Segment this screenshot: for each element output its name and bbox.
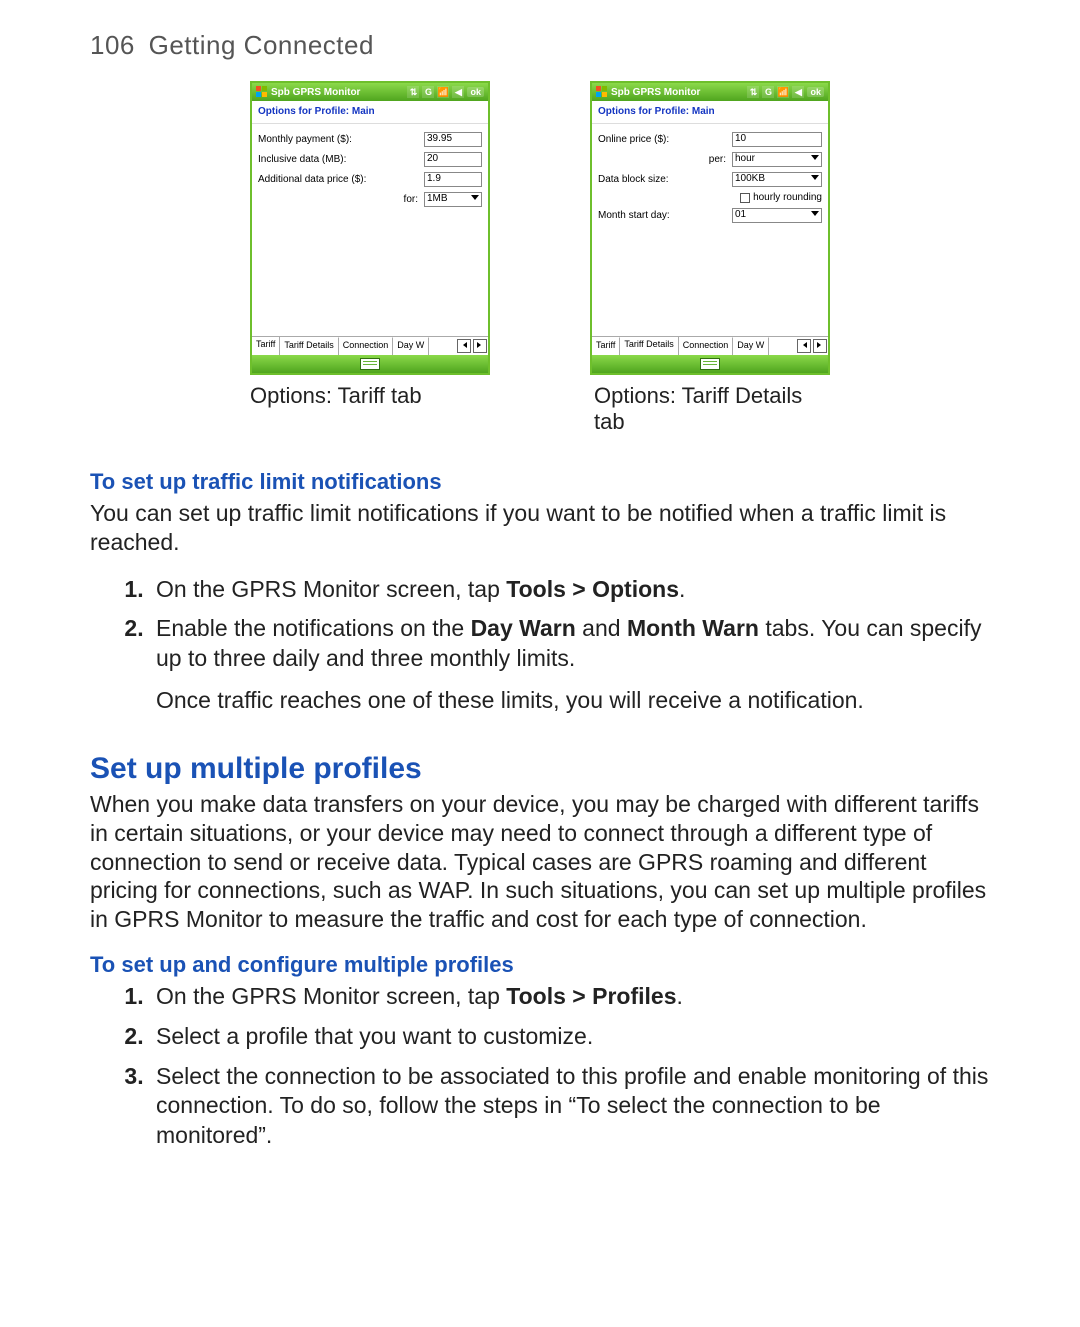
steps-traffic-limits: On the GPRS Monitor screen, tap Tools > … [90,575,990,717]
step-1: On the GPRS Monitor screen, tap Tools > … [150,982,990,1012]
for-select[interactable]: 1MB [424,192,482,207]
sip-bar [592,355,828,373]
inclusive-data-input[interactable]: 20 [424,152,482,167]
keyboard-icon[interactable] [360,358,380,370]
title-bar: Spb GPRS Monitor ⇅ G 📶 ◀ ok [592,83,828,101]
tab-day-warn[interactable]: Day W [393,337,429,355]
page-header: 106 Getting Connected [90,30,990,61]
chevron-down-icon [811,211,819,216]
chevron-down-icon [811,155,819,160]
online-price-input[interactable]: 10 [732,132,822,147]
caption-left: Options: Tariff tab [246,383,490,435]
tab-strip: Tariff Tariff Details Connection Day W [592,336,828,355]
step-2: Select a profile that you want to custom… [150,1022,990,1052]
for-label: for: [258,194,424,205]
captions-row: Options: Tariff tab Options: Tariff Deta… [90,383,990,435]
ok-button[interactable]: ok [467,87,484,97]
monthly-payment-input[interactable]: 39.95 [424,132,482,147]
phone-tariff-details-tab: Spb GPRS Monitor ⇅ G 📶 ◀ ok Options for … [590,81,830,375]
windows-start-icon[interactable] [256,86,268,98]
tab-tariff[interactable]: Tariff [252,336,280,355]
step-2: Enable the notifications on the Day Warn… [150,614,990,716]
tab-scroll-left-button[interactable] [797,339,811,353]
app-title: Spb GPRS Monitor [611,87,700,98]
tab-tariff[interactable]: Tariff [592,337,620,355]
caption-right: Options: Tariff Details tab [590,383,834,435]
for-select-value: 1MB [427,193,448,204]
hourly-rounding-checkbox[interactable] [740,193,750,203]
phone-tariff-tab: Spb GPRS Monitor ⇅ G 📶 ◀ ok Options for … [250,81,490,375]
additional-price-input[interactable]: 1.9 [424,172,482,187]
volume-icon[interactable]: ◀ [452,86,464,98]
tab-connection[interactable]: Connection [679,337,734,355]
connectivity-icon[interactable]: ⇅ [747,86,759,98]
page-number: 106 [90,30,135,60]
per-select-value: hour [735,153,755,164]
month-start-day-label: Month start day: [598,210,732,221]
hourly-rounding-label: hourly rounding [753,192,822,203]
step-2-note: Once traffic reaches one of these limits… [156,686,990,716]
gprs-icon[interactable]: G [762,86,774,98]
options-subheader: Options for Profile: Main [252,101,488,124]
per-label: per: [598,154,732,165]
inclusive-data-label: Inclusive data (MB): [258,154,424,165]
tab-scroll [796,337,828,355]
title-bar: Spb GPRS Monitor ⇅ G 📶 ◀ ok [252,83,488,101]
tab-scroll [456,337,488,355]
online-price-label: Online price ($): [598,134,732,145]
screenshots-row: Spb GPRS Monitor ⇅ G 📶 ◀ ok Options for … [90,81,990,375]
tab-connection[interactable]: Connection [339,337,394,355]
sip-bar [252,355,488,373]
keyboard-icon[interactable] [700,358,720,370]
signal-icon[interactable]: 📶 [777,86,789,98]
tab-tariff-details[interactable]: Tariff Details [620,336,678,355]
data-block-size-select[interactable]: 100KB [732,172,822,187]
month-start-day-select[interactable]: 01 [732,208,822,223]
heading-multiple-profiles: Set up multiple profiles [90,752,990,786]
heading-traffic-limits: To set up traffic limit notifications [90,469,990,495]
data-block-size-label: Data block size: [598,174,732,185]
app-title: Spb GPRS Monitor [271,87,360,98]
tab-tariff-details[interactable]: Tariff Details [280,337,338,355]
options-subheader: Options for Profile: Main [592,101,828,124]
tab-strip: Tariff Tariff Details Connection Day W [252,336,488,355]
signal-icon[interactable]: 📶 [437,86,449,98]
windows-start-icon[interactable] [596,86,608,98]
steps-configure-profiles: On the GPRS Monitor screen, tap Tools > … [90,982,990,1151]
step-3: Select the connection to be associated t… [150,1062,990,1152]
volume-icon[interactable]: ◀ [792,86,804,98]
intro-traffic-limits: You can set up traffic limit notificatio… [90,499,990,557]
per-select[interactable]: hour [732,152,822,167]
form-body: Monthly payment ($): 39.95 Inclusive dat… [252,124,488,336]
subheading-configure-profiles: To set up and configure multiple profile… [90,952,990,978]
tab-scroll-right-button[interactable] [473,339,487,353]
form-body: Online price ($): 10 per: hour Data bloc… [592,124,828,336]
step-1: On the GPRS Monitor screen, tap Tools > … [150,575,990,605]
tab-scroll-left-button[interactable] [457,339,471,353]
gprs-icon[interactable]: G [422,86,434,98]
connectivity-icon[interactable]: ⇅ [407,86,419,98]
ok-button[interactable]: ok [807,87,824,97]
manual-page: 106 Getting Connected Spb GPRS Monitor ⇅… [0,0,1080,1327]
intro-multiple-profiles: When you make data transfers on your dev… [90,790,990,934]
monthly-payment-label: Monthly payment ($): [258,134,424,145]
data-block-size-value: 100KB [735,173,765,184]
tab-scroll-right-button[interactable] [813,339,827,353]
section-title: Getting Connected [149,30,374,60]
chevron-down-icon [811,175,819,180]
month-start-day-value: 01 [735,209,746,220]
chevron-down-icon [471,195,479,200]
additional-price-label: Additional data price ($): [258,174,424,185]
tab-day-warn[interactable]: Day W [733,337,769,355]
